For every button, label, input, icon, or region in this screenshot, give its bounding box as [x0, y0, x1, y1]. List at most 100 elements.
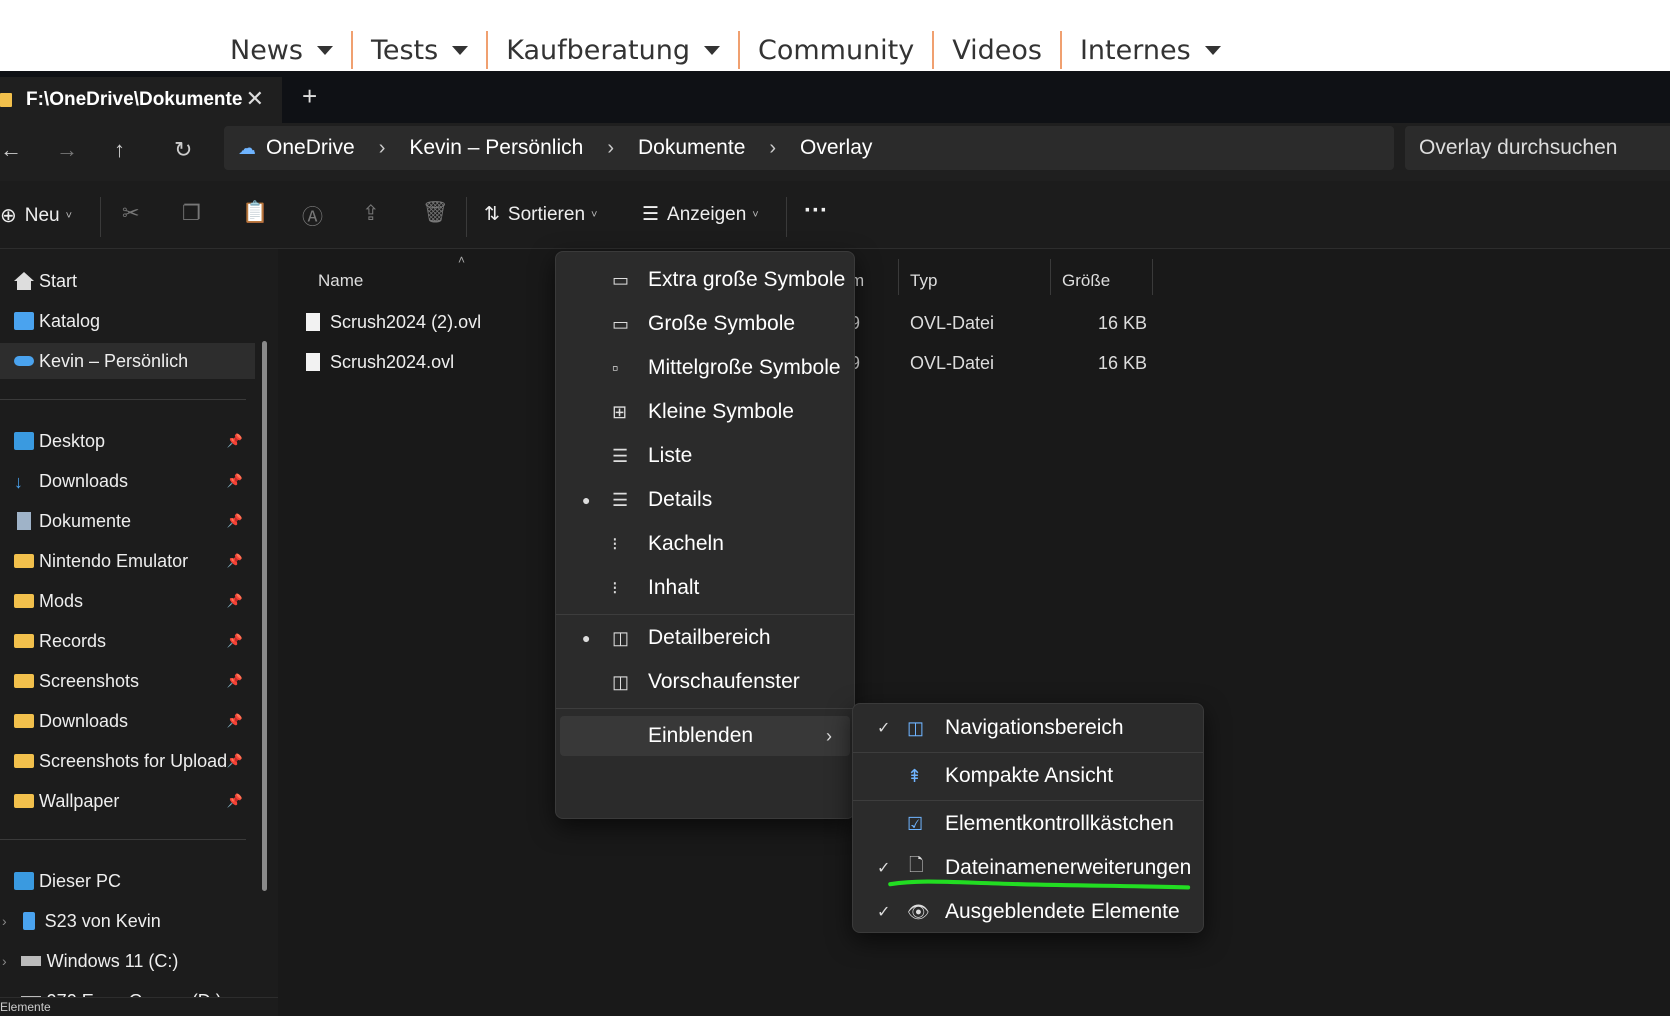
highlight-underline: [888, 879, 1191, 890]
column-header-type[interactable]: Typ: [910, 271, 937, 291]
chevron-right-icon[interactable]: ›: [379, 137, 386, 160]
monitor-small-icon: ▫: [612, 357, 619, 378]
refresh-icon[interactable]: ↻: [174, 137, 192, 163]
pin-icon[interactable]: 📌: [227, 753, 243, 769]
back-arrow-icon[interactable]: ←: [0, 137, 22, 163]
sidebar-item-records[interactable]: Records 📌: [0, 623, 255, 659]
column-header-name[interactable]: Name: [318, 271, 363, 291]
menu-item-item-checkboxes[interactable]: ☑ Elementkontrollkästchen: [857, 804, 1199, 844]
column-divider[interactable]: [1050, 259, 1051, 295]
column-divider[interactable]: [1152, 259, 1153, 295]
sidebar-item-downloads-2[interactable]: Downloads 📌: [0, 703, 255, 739]
menu-item-hidden-items[interactable]: ✓ 👁 Ausgeblendete Elemente: [857, 892, 1199, 932]
menu-item-content[interactable]: ⁝ Inhalt: [560, 568, 850, 608]
menu-item-show[interactable]: Einblenden ›: [560, 716, 850, 756]
menu-item-large-icons[interactable]: ▭ Große Symbole: [560, 304, 850, 344]
sidebar-item-nintendo-emulator[interactable]: Nintendo Emulator 📌: [0, 543, 255, 579]
sidebar-item-start[interactable]: Start: [0, 263, 255, 299]
sidebar-item-katalog[interactable]: Katalog: [0, 303, 255, 339]
pin-icon[interactable]: 📌: [227, 553, 243, 569]
sidebar-item-windows-c[interactable]: › Windows 11 (C:): [0, 943, 255, 979]
pin-icon[interactable]: 📌: [227, 793, 243, 809]
cut-icon[interactable]: ✂: [122, 201, 140, 226]
search-input[interactable]: Overlay durchsuchen: [1405, 126, 1670, 170]
sidebar-item-mods[interactable]: Mods 📌: [0, 583, 255, 619]
crumb-dokumente[interactable]: Dokumente: [638, 136, 745, 160]
menu-item-medium-icons[interactable]: ▫ Mittelgroße Symbole: [560, 348, 850, 388]
rename-icon[interactable]: Ⓐ: [302, 201, 323, 231]
menu-item-compact-view[interactable]: ⇞ Kompakte Ansicht: [857, 756, 1199, 796]
file-name: Scrush2024.ovl: [330, 351, 455, 372]
close-icon[interactable]: ✕: [246, 86, 264, 112]
crumb-onedrive[interactable]: OneDrive: [266, 136, 355, 160]
expand-chevron-icon[interactable]: ›: [2, 913, 7, 929]
sidebar-item-label: Dieser PC: [39, 870, 122, 891]
table-row[interactable]: Scrush2024 (2).ovl: [306, 305, 481, 339]
chevron-right-icon[interactable]: ›: [769, 137, 776, 160]
nav-news[interactable]: News: [212, 30, 351, 70]
column-header-size[interactable]: Größe: [1062, 271, 1110, 291]
crumb-kevin[interactable]: Kevin – Persönlich: [409, 136, 583, 160]
menu-item-tiles[interactable]: ⁝ Kacheln: [560, 524, 850, 564]
copy-icon[interactable]: ❐: [182, 201, 201, 226]
nav-videos[interactable]: Videos: [934, 30, 1060, 70]
sidebar-item-wallpaper[interactable]: Wallpaper 📌: [0, 783, 255, 819]
sidebar-scrollbar[interactable]: [262, 341, 267, 891]
sidebar-item-kevin[interactable]: Kevin – Persönlich: [0, 343, 255, 379]
sidebar-item-desktop[interactable]: Desktop 📌: [0, 423, 255, 459]
sidebar-divider: [0, 399, 246, 400]
menu-item-navigation-pane[interactable]: ✓ ◫ Navigationsbereich: [857, 708, 1199, 748]
nav-community[interactable]: Community: [740, 30, 932, 70]
menu-item-details[interactable]: ● ☰ Details: [560, 480, 850, 520]
menu-item-preview-pane[interactable]: ◫ Vorschaufenster: [560, 662, 850, 702]
file-icon: [306, 313, 320, 331]
chevron-right-icon[interactable]: ›: [607, 137, 614, 160]
expand-chevron-icon[interactable]: ›: [2, 953, 7, 969]
forward-arrow-icon[interactable]: →: [56, 137, 78, 163]
pin-icon[interactable]: 📌: [227, 593, 243, 609]
paste-icon[interactable]: 📋: [242, 201, 268, 225]
more-options-button[interactable]: ···: [804, 197, 828, 225]
sidebar-item-dokumente[interactable]: Dokumente 📌: [0, 503, 255, 539]
toolbar-divider: [786, 197, 787, 237]
breadcrumb[interactable]: ☁ OneDrive › Kevin – Persönlich › Dokume…: [224, 126, 1394, 170]
sort-button[interactable]: ⇅ Sortieren ˅: [484, 203, 597, 226]
monitor-icon: ▭: [612, 313, 630, 334]
pin-icon[interactable]: 📌: [227, 673, 243, 689]
up-arrow-icon[interactable]: ↑: [114, 137, 125, 163]
tab-dokumente[interactable]: F:\OneDrive\Dokumente ✕: [0, 77, 282, 123]
sidebar-item-this-pc[interactable]: Dieser PC: [0, 863, 255, 899]
sidebar-item-screenshots[interactable]: Screenshots 📌: [0, 663, 255, 699]
delete-icon[interactable]: 🗑: [422, 201, 449, 225]
menu-item-extra-large-icons[interactable]: ▭ Extra große Symbole: [560, 260, 850, 300]
content-icon: ⁝: [612, 577, 618, 598]
new-button[interactable]: ⊕ Neu ˅: [0, 203, 72, 228]
sidebar-item-screenshots-upload[interactable]: Screenshots for Upload 📌: [0, 743, 255, 779]
nav-internes[interactable]: Internes: [1062, 30, 1239, 70]
pin-icon[interactable]: 📌: [227, 713, 243, 729]
chevron-right-icon: ›: [826, 725, 832, 746]
column-divider[interactable]: [898, 259, 899, 295]
menu-item-small-icons[interactable]: ⊞ Kleine Symbole: [560, 392, 850, 432]
nav-kaufberatung[interactable]: Kaufberatung: [488, 30, 738, 70]
pin-icon[interactable]: 📌: [227, 433, 243, 449]
selected-bullet-icon: ●: [582, 630, 591, 646]
sidebar-item-label: Screenshots for Upload: [39, 750, 228, 771]
share-icon[interactable]: ⇪: [362, 201, 380, 226]
new-tab-button[interactable]: +: [302, 81, 317, 112]
menu-item-list[interactable]: ☰ Liste: [560, 436, 850, 476]
file-size: 16 KB: [1098, 313, 1148, 333]
sidebar-item-downloads[interactable]: ↓ Downloads 📌: [0, 463, 255, 499]
crumb-overlay[interactable]: Overlay: [800, 136, 872, 160]
toolbar-divider: [466, 197, 467, 237]
check-icon: ✓: [877, 904, 891, 921]
pin-icon[interactable]: 📌: [227, 513, 243, 529]
pin-icon[interactable]: 📌: [227, 473, 243, 489]
menu-item-details-pane[interactable]: ● ◫ Detailbereich: [560, 618, 850, 658]
nav-tests[interactable]: Tests: [353, 30, 486, 70]
sidebar-item-s23[interactable]: › S23 von Kevin: [0, 903, 255, 939]
pin-icon[interactable]: 📌: [227, 633, 243, 649]
view-button[interactable]: ☰ Anzeigen ˅: [642, 203, 759, 226]
menu-item-label: Kacheln: [648, 532, 724, 555]
table-row[interactable]: Scrush2024.ovl: [306, 345, 454, 379]
